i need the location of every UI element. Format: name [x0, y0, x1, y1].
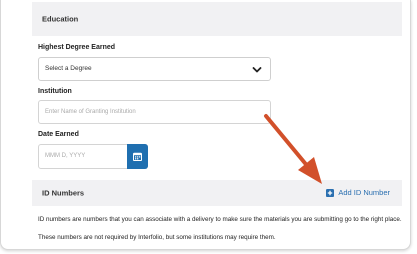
degree-select[interactable]: Select a Degree — [38, 57, 271, 81]
form-card: Education Highest Degree Earned Select a… — [0, 0, 411, 250]
chevron-down-icon — [252, 67, 262, 73]
date-earned-input[interactable]: MMM D, YYYY — [38, 144, 148, 169]
plus-square-icon — [326, 188, 335, 197]
institution-input[interactable]: Enter Name of Granting Institution — [38, 100, 271, 124]
id-numbers-section-header: ID Numbers Add ID Number — [32, 180, 402, 206]
institution-placeholder: Enter Name of Granting Institution — [45, 109, 136, 115]
date-earned-label: Date Earned — [38, 131, 79, 138]
education-section-header: Education — [32, 2, 402, 36]
id-numbers-title: ID Numbers — [42, 188, 85, 198]
degree-select-value: Select a Degree — [45, 65, 92, 72]
calendar-icon — [133, 152, 142, 161]
id-numbers-description: ID numbers are numbers that you can asso… — [38, 216, 402, 223]
degree-label: Highest Degree Earned — [38, 44, 116, 51]
calendar-button[interactable] — [127, 144, 148, 169]
institution-label: Institution — [38, 88, 72, 95]
education-title: Education — [42, 14, 79, 24]
add-id-number-label: Add ID Number — [338, 188, 390, 197]
id-numbers-note: These numbers are not required by Interf… — [38, 234, 276, 241]
add-id-number-button[interactable]: Add ID Number — [326, 188, 390, 197]
date-earned-placeholder: MMM D, YYYY — [45, 153, 86, 159]
